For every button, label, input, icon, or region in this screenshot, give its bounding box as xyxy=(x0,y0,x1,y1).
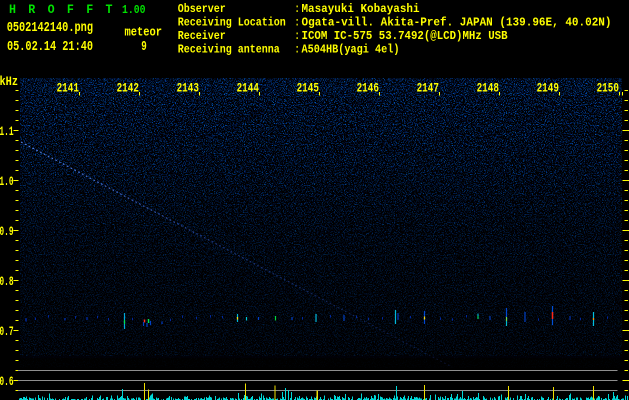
svg-text:ICOM IC-575 53.7492(@LCD)MHz U: ICOM IC-575 53.7492(@LCD)MHz USB xyxy=(302,29,508,43)
svg-text::: : xyxy=(295,16,300,30)
svg-text:05.02.14 21:40: 05.02.14 21:40 xyxy=(7,39,93,55)
svg-text:0.8: 0.8 xyxy=(0,274,14,289)
svg-text:A504HB(yagi 4el): A504HB(yagi 4el) xyxy=(302,43,400,57)
svg-text:2148: 2148 xyxy=(477,80,499,95)
svg-text:2150: 2150 xyxy=(597,80,619,95)
svg-text:kHz: kHz xyxy=(0,75,18,89)
svg-text:2142: 2142 xyxy=(117,80,139,95)
svg-text:Receiving antenna: Receiving antenna xyxy=(178,43,280,57)
svg-text:Receiving Location: Receiving Location xyxy=(178,16,286,30)
svg-text:0.9: 0.9 xyxy=(0,224,14,239)
svg-text:0502142140.png: 0502142140.png xyxy=(7,21,93,36)
svg-text:Ogata-vill. Akita-Pref. JAPAN: Ogata-vill. Akita-Pref. JAPAN (139.96E, … xyxy=(302,16,612,30)
svg-text:F: F xyxy=(67,2,74,17)
svg-text:2143: 2143 xyxy=(177,80,199,95)
svg-text:F: F xyxy=(86,2,93,17)
svg-text:T: T xyxy=(106,2,113,17)
svg-text:meteor: meteor xyxy=(125,25,163,40)
svg-text:0.6: 0.6 xyxy=(0,374,14,389)
svg-text::: : xyxy=(295,2,300,16)
svg-text:Masayuki Kobayashi: Masayuki Kobayashi xyxy=(302,2,420,16)
svg-text::: : xyxy=(295,29,300,43)
svg-text:2146: 2146 xyxy=(357,80,379,95)
svg-text:2141: 2141 xyxy=(57,80,79,95)
svg-text::: : xyxy=(295,43,300,57)
svg-text:9: 9 xyxy=(141,39,147,55)
svg-text:1.0: 1.0 xyxy=(0,174,14,189)
svg-text:1.00: 1.00 xyxy=(122,3,146,17)
svg-text:Observer: Observer xyxy=(178,2,226,16)
svg-text:2149: 2149 xyxy=(537,80,559,95)
svg-text:R: R xyxy=(28,2,35,17)
svg-text:1.1: 1.1 xyxy=(0,124,14,139)
svg-text:2147: 2147 xyxy=(417,80,439,95)
svg-text:H: H xyxy=(9,2,16,17)
svg-text:Receiver: Receiver xyxy=(178,29,226,43)
svg-text:0.7: 0.7 xyxy=(0,324,14,339)
svg-text:2144: 2144 xyxy=(237,80,259,95)
svg-text:O: O xyxy=(48,2,55,17)
svg-text:2145: 2145 xyxy=(297,80,319,95)
